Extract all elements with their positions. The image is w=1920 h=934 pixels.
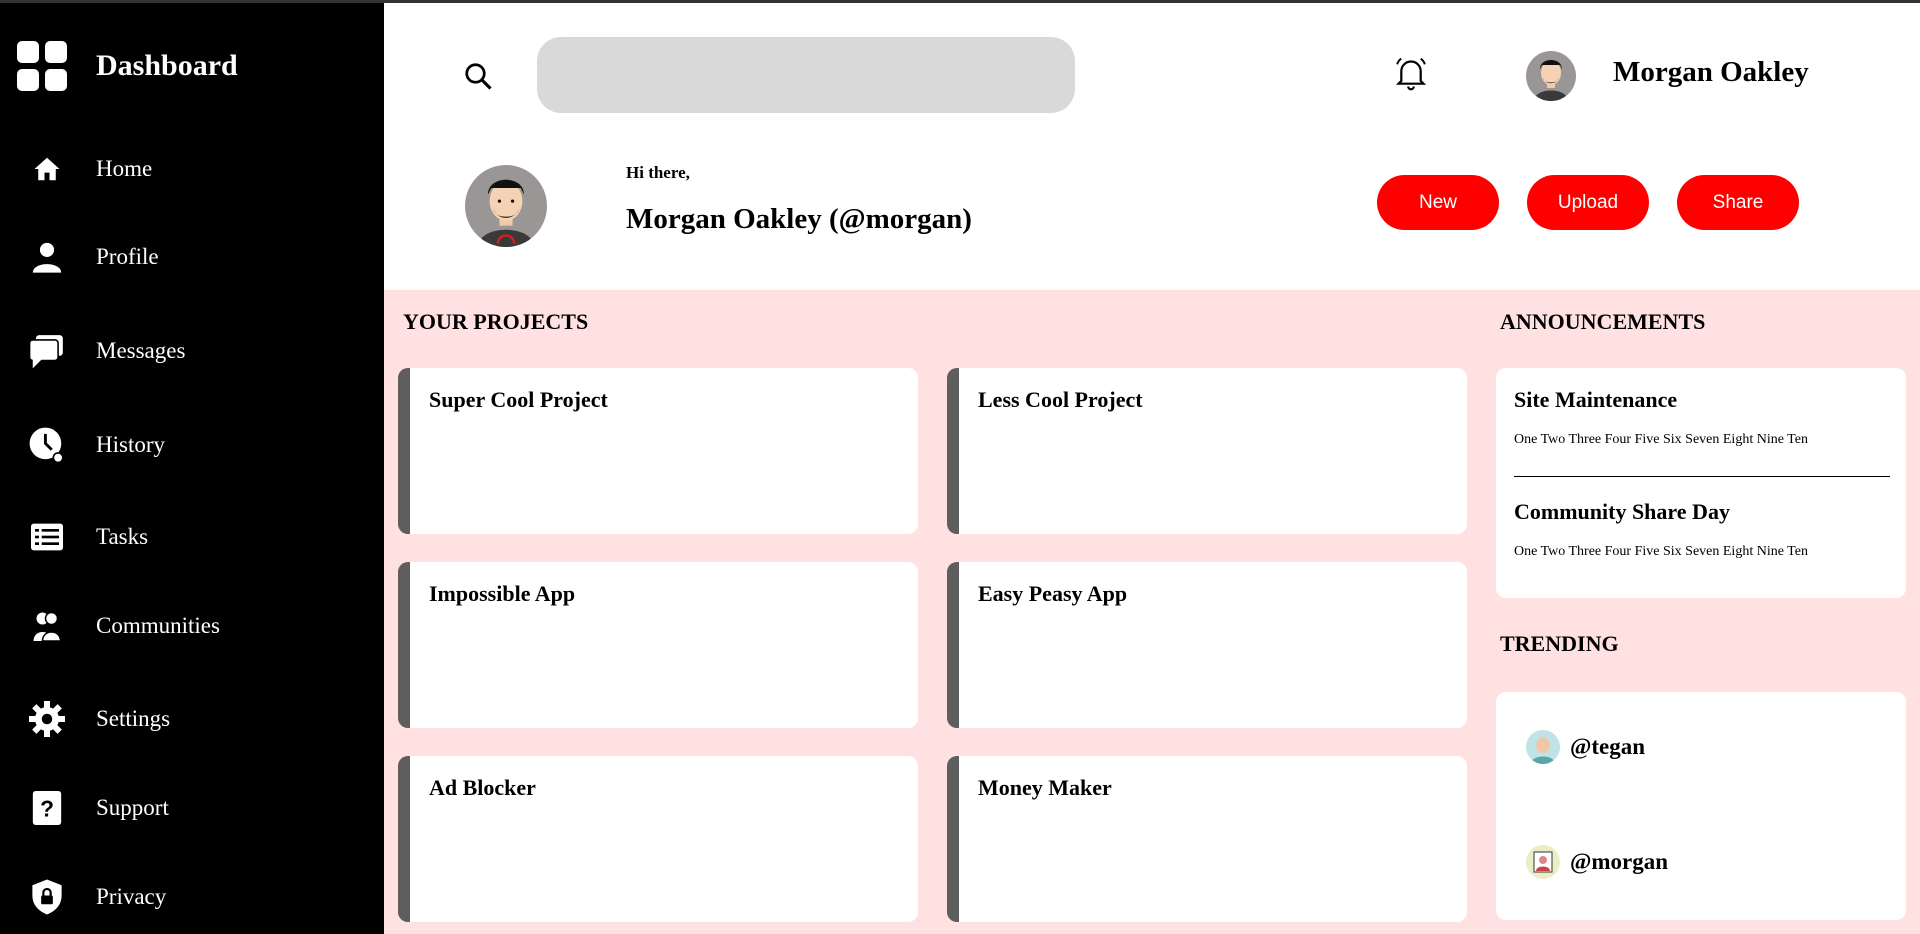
sidebar-item-label: Support: [96, 795, 169, 820]
search-icon[interactable]: [463, 61, 493, 91]
announcements-heading: ANNOUNCEMENTS: [1500, 309, 1706, 334]
sidebar-item-label: Communities: [96, 613, 220, 638]
brand-title: Dashboard: [96, 49, 238, 82]
project-title: Money Maker: [978, 775, 1112, 800]
sidebar-item-history[interactable]: History: [28, 426, 165, 464]
project-card[interactable]: Easy Peasy App: [947, 562, 1467, 728]
trending-handle: @tegan: [1570, 734, 1646, 759]
sidebar-item-messages[interactable]: Messages: [28, 332, 185, 370]
trending-handle: @morgan: [1570, 849, 1669, 874]
sidebar-item-home[interactable]: Home: [28, 150, 152, 188]
list-icon: [28, 518, 66, 556]
sidebar-item-support[interactable]: ? Support: [28, 789, 169, 827]
announcement-body: One Two Three Four Five Six Seven Eight …: [1514, 544, 1808, 559]
upload-button[interactable]: Upload: [1527, 175, 1649, 230]
projects-heading: YOUR PROJECTS: [403, 309, 589, 334]
project-card[interactable]: Ad Blocker: [398, 756, 918, 922]
sidebar: Dashboard Home Profile Messages History …: [0, 3, 384, 934]
greeting-text: Hi there,: [626, 163, 690, 182]
trending-heading: TRENDING: [1500, 631, 1619, 656]
project-card[interactable]: Impossible App: [398, 562, 918, 728]
sidebar-item-tasks[interactable]: Tasks: [28, 518, 148, 556]
project-title: Easy Peasy App: [978, 581, 1128, 606]
header-user-name[interactable]: Morgan Oakley: [1613, 56, 1809, 89]
search-input[interactable]: [537, 37, 1075, 113]
sidebar-item-privacy[interactable]: Privacy: [28, 878, 166, 916]
avatar: [1526, 730, 1560, 764]
bell-icon[interactable]: [1394, 56, 1428, 92]
announcement-title[interactable]: Community Share Day: [1514, 499, 1730, 525]
sidebar-item-label: History: [96, 432, 165, 457]
avatar: [1526, 845, 1560, 879]
help-icon: ?: [28, 789, 66, 827]
trending-item[interactable]: @morgan: [1526, 845, 1668, 879]
dashboard-logo-icon: [17, 41, 69, 93]
svg-text:?: ?: [40, 796, 54, 822]
project-title: Less Cool Project: [978, 387, 1143, 412]
announcements-panel: Site Maintenance One Two Three Four Five…: [1496, 368, 1906, 598]
project-title: Ad Blocker: [429, 775, 536, 800]
sidebar-item-label: Messages: [96, 338, 186, 363]
project-title: Super Cool Project: [429, 387, 608, 412]
project-card[interactable]: Super Cool Project: [398, 368, 918, 534]
share-button[interactable]: Share: [1677, 175, 1799, 230]
project-card[interactable]: Money Maker: [947, 756, 1467, 922]
greeting-user-name: Morgan Oakley (@morgan): [626, 203, 972, 235]
sidebar-item-communities[interactable]: Communities: [28, 607, 220, 645]
sidebar-item-label: Privacy: [96, 884, 167, 909]
brand[interactable]: Dashboard: [17, 41, 238, 93]
divider: [1514, 476, 1890, 477]
project-title: Impossible App: [429, 581, 576, 606]
user-icon: [28, 238, 66, 276]
announcement-body: One Two Three Four Five Six Seven Eight …: [1514, 432, 1808, 447]
users-icon: [28, 607, 66, 645]
avatar[interactable]: [1526, 51, 1576, 101]
trending-item[interactable]: @tegan: [1526, 730, 1645, 764]
announcement-title[interactable]: Site Maintenance: [1514, 387, 1677, 413]
gear-icon: [28, 700, 66, 738]
new-button[interactable]: New: [1377, 175, 1499, 230]
profile-avatar: [465, 165, 547, 247]
project-card[interactable]: Less Cool Project: [947, 368, 1467, 534]
sidebar-item-profile[interactable]: Profile: [28, 238, 159, 276]
clock-icon: [28, 426, 66, 464]
sidebar-item-label: Tasks: [96, 524, 149, 549]
shield-lock-icon: [28, 878, 66, 916]
sidebar-item-label: Home: [96, 156, 153, 181]
sidebar-item-settings[interactable]: Settings: [28, 700, 170, 738]
chat-icon: [28, 332, 66, 370]
trending-panel: @tegan @morgan: [1496, 692, 1906, 920]
sidebar-item-label: Profile: [96, 244, 159, 269]
home-icon: [28, 150, 66, 188]
sidebar-item-label: Settings: [96, 706, 171, 731]
